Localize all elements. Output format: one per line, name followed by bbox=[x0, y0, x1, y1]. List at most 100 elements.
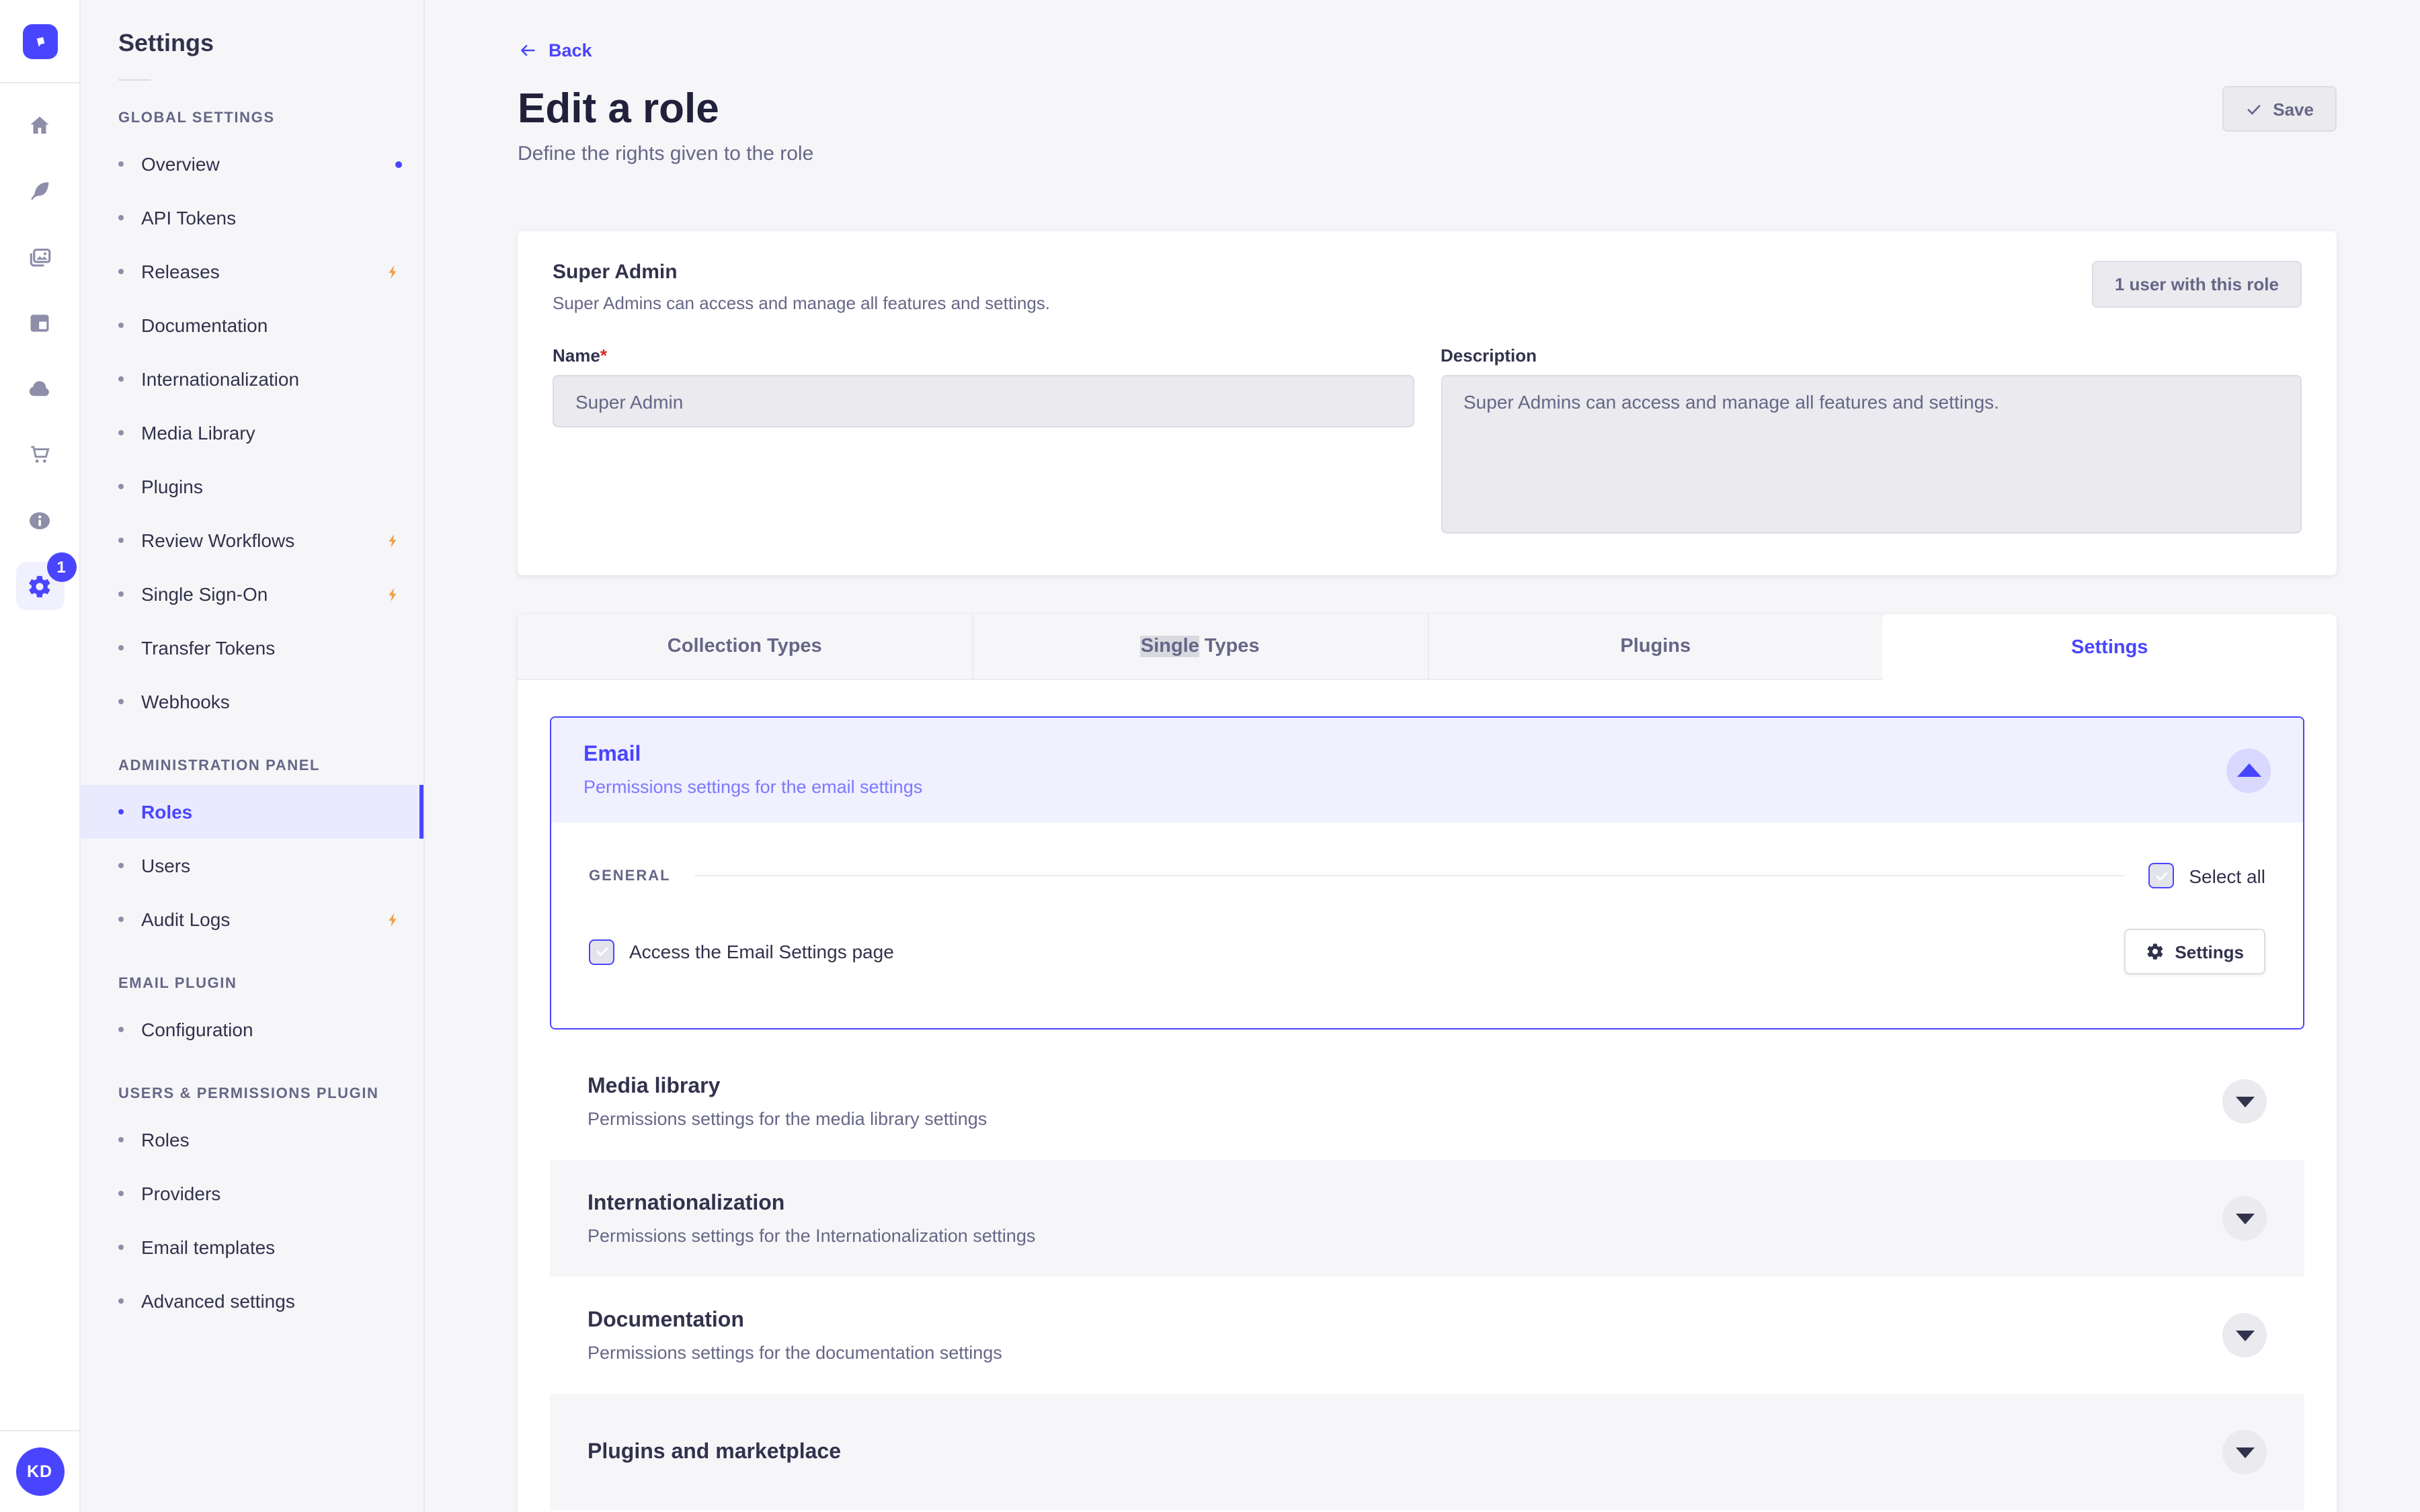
accordion-subtitle: Permissions settings for the media libra… bbox=[588, 1108, 987, 1128]
cloud-icon[interactable] bbox=[15, 364, 64, 413]
accordion-internationalization[interactable]: Internationalization Permissions setting… bbox=[550, 1160, 2304, 1277]
bullet-icon bbox=[118, 699, 124, 704]
sidebar-item-label: Email templates bbox=[141, 1236, 276, 1258]
sidebar-item-advanced-settings[interactable]: Advanced settings bbox=[81, 1274, 424, 1328]
lightning-icon bbox=[389, 264, 397, 278]
content-manager-icon[interactable] bbox=[15, 167, 64, 215]
home-icon[interactable] bbox=[15, 101, 64, 149]
checkbox-checked-icon bbox=[589, 939, 614, 964]
media-library-icon[interactable] bbox=[15, 233, 64, 281]
sidebar-item-releases[interactable]: Releases bbox=[81, 245, 424, 298]
sidebar-item-configuration[interactable]: Configuration bbox=[81, 1003, 424, 1056]
sidebar-item-users[interactable]: Users bbox=[81, 839, 424, 892]
arrow-left-icon bbox=[521, 44, 535, 56]
sidebar-item-webhooks[interactable]: Webhooks bbox=[81, 675, 424, 728]
tab-settings[interactable]: Settings bbox=[1882, 614, 2337, 681]
chevron-down-icon[interactable] bbox=[2222, 1430, 2267, 1474]
main-content: Back Edit a role Save Define the rights … bbox=[425, 0, 2420, 1512]
chevron-down-icon[interactable] bbox=[2222, 1196, 2267, 1241]
accordion-email-header[interactable]: Email Permissions settings for the email… bbox=[551, 718, 2303, 823]
sidebar-list-up-plugin: Roles Providers Email templates Advanced… bbox=[81, 1113, 424, 1328]
bullet-icon bbox=[118, 809, 124, 814]
bullet-icon bbox=[118, 1137, 124, 1142]
accordion-list: Media library Permissions settings for t… bbox=[550, 1043, 2304, 1511]
select-all-checkbox[interactable]: Select all bbox=[2148, 863, 2265, 888]
sidebar-section-administration-panel: ADMINISTRATION PANEL bbox=[118, 758, 321, 774]
sidebar-item-label: Plugins bbox=[141, 476, 203, 497]
bullet-icon bbox=[118, 863, 124, 868]
sidebar-divider bbox=[118, 79, 151, 81]
chevron-down-icon[interactable] bbox=[2222, 1313, 2267, 1357]
sidebar-item-label: Overview bbox=[141, 153, 220, 175]
tab-plugins[interactable]: Plugins bbox=[1428, 614, 1883, 679]
required-asterisk: * bbox=[600, 345, 607, 366]
sidebar-item-transfer-tokens[interactable]: Transfer Tokens bbox=[81, 621, 424, 675]
page-subtitle: Define the rights given to the role bbox=[518, 142, 814, 165]
sidebar-item-label: Audit Logs bbox=[141, 909, 231, 930]
bullet-icon bbox=[118, 484, 124, 489]
chevron-up-icon[interactable] bbox=[2226, 748, 2271, 792]
sidebar-item-label: Webhooks bbox=[141, 691, 230, 712]
accordion-title: Internationalization bbox=[588, 1191, 785, 1214]
sidebar-item-label: Single Sign-On bbox=[141, 583, 268, 605]
access-email-settings-label: Access the Email Settings page bbox=[629, 941, 894, 962]
sidebar-item-label: Transfer Tokens bbox=[141, 637, 276, 659]
avatar[interactable]: KD bbox=[15, 1447, 64, 1496]
role-form-fields: Name* Description Super Admins can acces… bbox=[553, 345, 2302, 540]
selected-text: Single bbox=[1140, 636, 1199, 657]
sidebar-item-roles[interactable]: Roles bbox=[81, 785, 424, 839]
users-with-role-button[interactable]: 1 user with this role bbox=[2091, 261, 2302, 308]
description-field[interactable]: Super Admins can access and manage all f… bbox=[1441, 375, 2302, 534]
accordion-documentation[interactable]: Documentation Permissions settings for t… bbox=[550, 1277, 2304, 1394]
sidebar-item-audit-logs[interactable]: Audit Logs bbox=[81, 892, 424, 946]
save-button[interactable]: Save bbox=[2222, 86, 2337, 132]
sidebar-item-up-roles[interactable]: Roles bbox=[81, 1113, 424, 1167]
accordion-email-body: GENERAL Select all Access the Email Sett… bbox=[551, 823, 2303, 1028]
bullet-icon bbox=[118, 269, 124, 274]
tab-collection-types[interactable]: Collection Types bbox=[518, 614, 973, 679]
settings-sidebar: Settings GLOBAL SETTINGS Overview API To… bbox=[81, 0, 425, 1512]
sidebar-item-media-library[interactable]: Media Library bbox=[81, 406, 424, 460]
bullet-icon bbox=[118, 591, 124, 597]
accordion-titles: Internationalization Permissions setting… bbox=[588, 1191, 1035, 1245]
lightning-icon bbox=[389, 912, 397, 926]
content-type-builder-icon[interactable] bbox=[15, 298, 64, 347]
sidebar-item-label: Advanced settings bbox=[141, 1290, 295, 1312]
tab-single-types[interactable]: Single Types bbox=[973, 614, 1428, 679]
strapi-logo-glyph bbox=[36, 36, 44, 46]
page-title: Edit a role bbox=[518, 85, 719, 132]
rail-user-section: KD bbox=[0, 1430, 79, 1512]
sidebar-item-api-tokens[interactable]: API Tokens bbox=[81, 191, 424, 245]
name-field[interactable] bbox=[553, 375, 1414, 427]
information-icon[interactable] bbox=[15, 496, 64, 544]
bullet-icon bbox=[118, 161, 124, 167]
sidebar-section-email-plugin: EMAIL PLUGIN bbox=[118, 976, 237, 992]
sidebar-item-plugins[interactable]: Plugins bbox=[81, 460, 424, 513]
sidebar-item-label: API Tokens bbox=[141, 207, 237, 228]
access-email-settings-checkbox[interactable]: Access the Email Settings page bbox=[589, 939, 894, 964]
bullet-icon bbox=[118, 215, 124, 220]
accordion-title: Media library bbox=[588, 1075, 721, 1097]
sidebar-item-single-sign-on[interactable]: Single Sign-On bbox=[81, 567, 424, 621]
settings-icon[interactable]: 1 bbox=[15, 552, 76, 610]
rail-nav: 1 bbox=[15, 101, 76, 610]
sidebar-item-documentation[interactable]: Documentation bbox=[81, 298, 424, 352]
page-header: Edit a role Save bbox=[518, 85, 2337, 133]
sidebar-item-review-workflows[interactable]: Review Workflows bbox=[81, 513, 424, 567]
accordion-plugins-and-marketplace[interactable]: Plugins and marketplace bbox=[550, 1394, 2304, 1511]
accordion-title: Email bbox=[583, 743, 641, 766]
bullet-icon bbox=[118, 1027, 124, 1032]
sidebar-item-overview[interactable]: Overview bbox=[81, 137, 424, 191]
email-settings-button[interactable]: Settings bbox=[2124, 929, 2265, 974]
accordion-media-library[interactable]: Media library Permissions settings for t… bbox=[550, 1043, 2304, 1160]
back-label: Back bbox=[549, 40, 592, 60]
marketplace-icon[interactable] bbox=[15, 430, 64, 478]
strapi-logo[interactable] bbox=[22, 24, 57, 58]
sidebar-item-email-templates[interactable]: Email templates bbox=[81, 1220, 424, 1274]
chevron-down-icon[interactable] bbox=[2222, 1079, 2267, 1124]
bullet-icon bbox=[118, 1298, 124, 1304]
bullet-icon bbox=[118, 538, 124, 543]
sidebar-item-internationalization[interactable]: Internationalization bbox=[81, 352, 424, 406]
back-link[interactable]: Back bbox=[518, 40, 592, 60]
sidebar-item-providers[interactable]: Providers bbox=[81, 1167, 424, 1220]
